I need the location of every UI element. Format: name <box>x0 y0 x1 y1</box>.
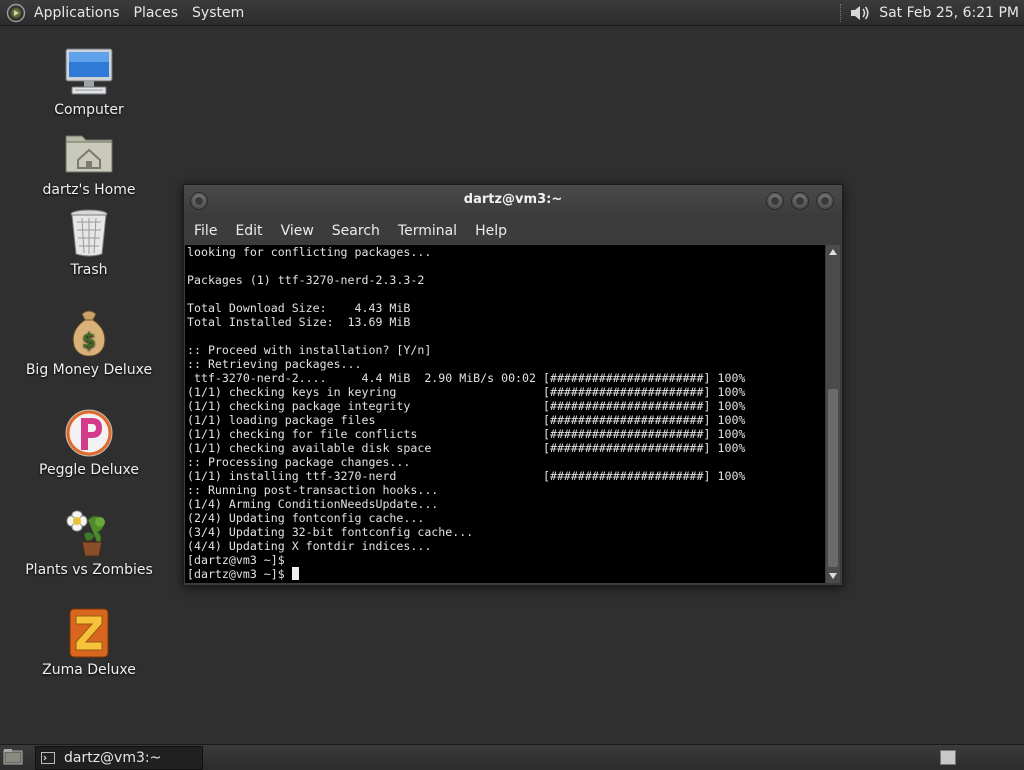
svg-text:$: $ <box>82 328 96 352</box>
peggle-icon <box>65 409 113 457</box>
desktop-icon-label: dartz's Home <box>42 182 136 198</box>
maximize-button[interactable] <box>791 192 809 210</box>
desktop-icon-peggle[interactable]: Peggle Deluxe <box>19 406 159 478</box>
scroll-down-arrow-icon[interactable] <box>829 573 837 579</box>
close-button[interactable] <box>816 192 834 210</box>
zuma-icon <box>69 608 109 658</box>
app-logo-icon[interactable] <box>6 3 26 23</box>
desktop-icon-plants[interactable]: Plants vs Zombies <box>19 506 159 578</box>
menu-applications[interactable]: Applications <box>27 5 127 21</box>
terminal-line: Total Installed Size: 13.69 MiB <box>187 315 411 329</box>
terminal-line: (1/1) checking package integrity [######… <box>187 399 746 413</box>
desktop-icon-label: Computer <box>54 102 124 118</box>
desktop-icon-label: Peggle Deluxe <box>39 462 139 478</box>
terminal-window[interactable]: dartz@vm3:~ File Edit View Search Termin… <box>183 184 843 586</box>
terminal-line: (1/1) checking keys in keyring [########… <box>187 385 746 399</box>
terminal-line: (3/4) Updating 32-bit fontconfig cache..… <box>187 525 474 539</box>
home-folder-icon <box>65 135 113 173</box>
taskbar-button-label: dartz@vm3:~ <box>64 750 162 766</box>
volume-icon[interactable] <box>849 3 871 23</box>
terminal-line: (2/4) Updating fontconfig cache... <box>187 511 425 525</box>
window-title: dartz@vm3:~ <box>463 192 563 207</box>
bottom-panel: dartz@vm3:~ <box>0 744 1024 770</box>
panel-separator <box>840 3 843 22</box>
plants-icon <box>66 510 105 557</box>
computer-icon <box>65 48 113 95</box>
terminal-line: :: Running post-transaction hooks... <box>187 483 439 497</box>
scrollbar-thumb[interactable] <box>828 389 838 567</box>
terminal-line: :: Retrieving packages... <box>187 357 362 371</box>
desktop-icon-label: Plants vs Zombies <box>25 562 153 578</box>
terminal-prompt-line: [dartz@vm3 ~]$ <box>187 567 292 581</box>
terminal-line: (4/4) Updating X fontdir indices... <box>187 539 432 553</box>
terminal-scrollbar[interactable] <box>826 245 840 583</box>
menu-search[interactable]: Search <box>323 223 389 239</box>
terminal-line: :: Proceed with installation? [Y/n] <box>187 343 432 357</box>
clock[interactable]: Sat Feb 25, 6:21 PM <box>879 5 1019 21</box>
show-desktop-icon[interactable] <box>3 748 23 766</box>
terminal-line: [dartz@vm3 ~]$ <box>187 553 285 567</box>
terminal-line: Packages (1) ttf-3270-nerd-2.3.3-2 <box>187 273 425 287</box>
terminal-titlebar[interactable]: dartz@vm3:~ <box>184 185 842 217</box>
desktop-icon-label: Big Money Deluxe <box>25 362 153 378</box>
text-cursor <box>291 567 299 580</box>
terminal-line: :: Processing package changes... <box>187 455 411 469</box>
terminal-output[interactable]: looking for conflicting packages... Pack… <box>185 245 825 583</box>
terminal-line: ttf-3270-nerd-2.... 4.4 MiB 2.90 MiB/s 0… <box>187 371 746 385</box>
minimize-button[interactable] <box>766 192 784 210</box>
money-bag-icon: $ <box>72 310 106 357</box>
desktop-icon-label: Zuma Deluxe <box>42 662 136 678</box>
scroll-up-arrow-icon[interactable] <box>829 249 837 255</box>
desktop-icon-label: Trash <box>70 262 108 278</box>
taskbar-button-terminal[interactable]: dartz@vm3:~ <box>35 746 203 770</box>
desktop-icon-trash[interactable]: Trash <box>19 206 159 278</box>
terminal-line: looking for conflicting packages... <box>187 245 432 259</box>
menu-edit[interactable]: Edit <box>226 223 271 239</box>
menu-terminal[interactable]: Terminal <box>389 223 466 239</box>
panel-tray: Sat Feb 25, 6:21 PM <box>840 0 1024 25</box>
desktop-icon-big-money[interactable]: $ Big Money Deluxe <box>19 306 159 378</box>
terminal-menubar: File Edit View Search Terminal Help <box>184 217 842 244</box>
terminal-text: looking for conflicting packages... Pack… <box>185 245 825 581</box>
menu-places[interactable]: Places <box>127 5 186 21</box>
workspace-switcher[interactable] <box>940 750 956 765</box>
desktop-icon-computer[interactable]: Computer <box>19 46 159 118</box>
trash-icon <box>70 209 108 257</box>
desktop-icon-zuma[interactable]: Zuma Deluxe <box>19 606 159 678</box>
terminal-line: (1/1) loading package files [###########… <box>187 413 746 427</box>
terminal-icon <box>41 752 55 764</box>
terminal-line: (1/4) Arming ConditionNeedsUpdate... <box>187 497 439 511</box>
menu-system[interactable]: System <box>185 5 251 21</box>
terminal-line: (1/1) checking available disk space [###… <box>187 441 746 455</box>
terminal-line: (1/1) checking for file conflicts [#####… <box>187 427 746 441</box>
menu-help[interactable]: Help <box>466 223 516 239</box>
terminal-line: Total Download Size: 4.43 MiB <box>187 301 411 315</box>
desktop-icon-home[interactable]: dartz's Home <box>19 126 159 198</box>
terminal-line: (1/1) installing ttf-3270-nerd [########… <box>187 469 746 483</box>
menu-view[interactable]: View <box>272 223 323 239</box>
top-panel: Applications Places System Sat Feb 25, 6… <box>0 0 1024 26</box>
menu-file[interactable]: File <box>185 223 226 239</box>
